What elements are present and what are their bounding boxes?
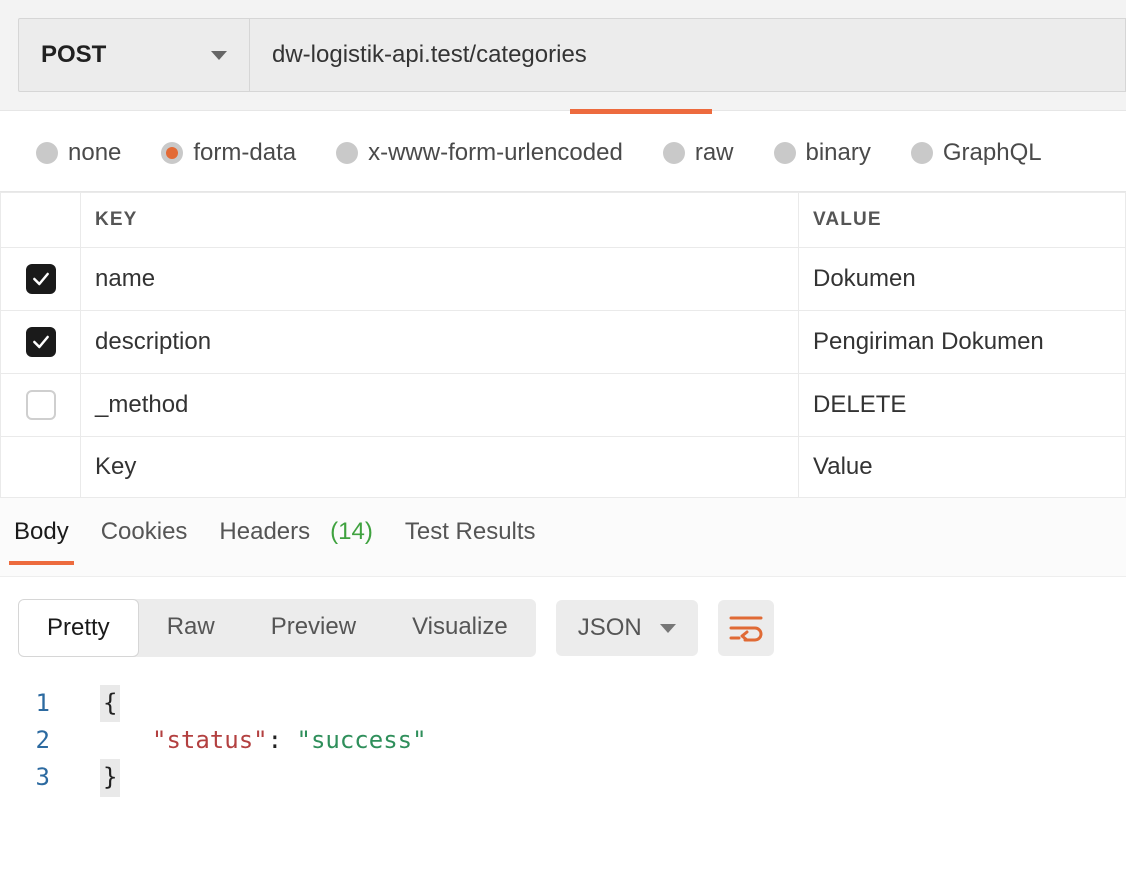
body-type-label: raw — [695, 139, 734, 167]
http-method-select[interactable]: POST — [18, 18, 250, 92]
response-toolbar: Pretty Raw Preview Visualize JSON — [0, 577, 1126, 679]
table-row: description Pengiriman Dokumen — [1, 311, 1126, 374]
view-preview-button[interactable]: Preview — [243, 599, 384, 657]
radio-icon — [336, 142, 358, 164]
body-type-label: form-data — [193, 139, 296, 167]
request-url-text: dw-logistik-api.test/categories — [272, 41, 587, 69]
line-number: 3 — [0, 759, 100, 796]
param-value-input[interactable]: Dokumen — [799, 248, 1126, 311]
body-type-label: GraphQL — [943, 139, 1042, 167]
param-key-input[interactable]: description — [81, 311, 799, 374]
view-pretty-button[interactable]: Pretty — [18, 599, 139, 657]
body-type-graphql[interactable]: GraphQL — [911, 139, 1042, 167]
param-key-input[interactable]: Key — [81, 437, 799, 498]
body-type-urlencoded[interactable]: x-www-form-urlencoded — [336, 139, 623, 167]
json-string: "success" — [297, 722, 427, 759]
body-type-label: none — [68, 139, 121, 167]
json-close-brace: } — [100, 759, 120, 796]
param-value-input[interactable]: DELETE — [799, 374, 1126, 437]
request-url-input[interactable]: dw-logistik-api.test/categories — [250, 18, 1126, 92]
param-key-input[interactable]: _method — [81, 374, 799, 437]
http-method-label: POST — [41, 41, 106, 69]
tab-body[interactable]: Body — [14, 518, 69, 564]
active-tab-indicator — [570, 109, 712, 114]
headers-count: (14) — [330, 518, 373, 545]
body-type-tabs: none form-data x-www-form-urlencoded raw… — [0, 110, 1126, 192]
json-colon: : — [268, 722, 282, 759]
radio-icon — [774, 142, 796, 164]
tab-test-results[interactable]: Test Results — [405, 518, 536, 564]
table-row: _method DELETE — [1, 374, 1126, 437]
radio-icon — [161, 142, 183, 164]
json-key: "status" — [152, 722, 268, 759]
tab-headers[interactable]: Headers (14) — [219, 518, 372, 564]
line-number: 2 — [0, 722, 100, 759]
radio-icon — [663, 142, 685, 164]
json-line: 2 "status" : "success" — [0, 722, 1126, 759]
param-key-input[interactable]: name — [81, 248, 799, 311]
table-header-row: KEY VALUE — [1, 193, 1126, 248]
form-data-table: KEY VALUE name Dokumen description Pengi… — [0, 192, 1126, 498]
response-body[interactable]: 1 { 2 "status" : "success" 3 } — [0, 679, 1126, 837]
row-enable-checkbox[interactable] — [26, 264, 56, 294]
line-number: 1 — [0, 685, 100, 722]
body-type-form-data[interactable]: form-data — [161, 139, 296, 167]
body-type-none[interactable]: none — [36, 139, 121, 167]
row-enable-checkbox[interactable] — [26, 327, 56, 357]
column-value-header: VALUE — [799, 193, 1126, 248]
column-key-header: KEY — [81, 193, 799, 248]
param-value-input[interactable]: Value — [799, 437, 1126, 498]
row-enable-checkbox[interactable] — [26, 390, 56, 420]
body-type-label: binary — [806, 139, 871, 167]
json-open-brace: { — [100, 685, 120, 722]
radio-icon — [911, 142, 933, 164]
wrap-lines-button[interactable] — [718, 600, 774, 656]
view-visualize-button[interactable]: Visualize — [384, 599, 536, 657]
request-bar: POST dw-logistik-api.test/categories — [0, 0, 1126, 110]
body-type-binary[interactable]: binary — [774, 139, 871, 167]
chevron-down-icon — [211, 51, 227, 60]
response-format-select[interactable]: JSON — [556, 600, 698, 656]
json-line: 3 } — [0, 759, 1126, 796]
param-value-input[interactable]: Pengiriman Dokumen — [799, 311, 1126, 374]
response-format-label: JSON — [578, 614, 642, 642]
chevron-down-icon — [660, 624, 676, 633]
body-type-raw[interactable]: raw — [663, 139, 734, 167]
check-icon — [31, 269, 51, 289]
response-tabs: Body Cookies Headers (14) Test Results — [0, 498, 1126, 577]
view-raw-button[interactable]: Raw — [139, 599, 243, 657]
wrap-icon — [729, 614, 763, 642]
radio-icon — [36, 142, 58, 164]
body-type-label: x-www-form-urlencoded — [368, 139, 623, 167]
table-row: name Dokumen — [1, 248, 1126, 311]
view-mode-group: Pretty Raw Preview Visualize — [18, 599, 536, 657]
table-row-new: Key Value — [1, 437, 1126, 498]
json-line: 1 { — [0, 685, 1126, 722]
tab-cookies[interactable]: Cookies — [101, 518, 188, 564]
check-icon — [31, 332, 51, 352]
